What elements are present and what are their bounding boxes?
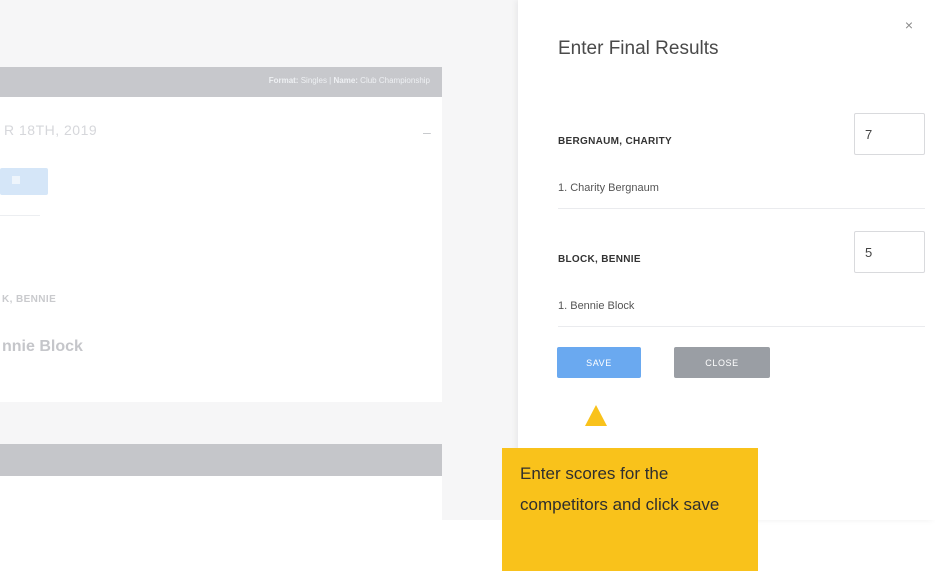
row-divider xyxy=(558,208,925,209)
background-competitor-member: nnie Block xyxy=(2,338,83,355)
background-divider xyxy=(0,215,40,216)
format-label: Format: xyxy=(268,76,299,85)
tooltip-arrow-icon xyxy=(585,405,607,426)
background-competitor-name: K, BENNIE xyxy=(2,294,57,305)
score-input[interactable] xyxy=(854,113,925,155)
background-collapse-dash: – xyxy=(423,124,431,140)
row-divider xyxy=(558,326,925,327)
name-label: Name: xyxy=(333,76,358,85)
background-format-info: Format: Singles | Name: Club Championshi… xyxy=(268,76,430,85)
competitor-member: 1. Charity Bergnaum xyxy=(558,182,659,194)
save-button[interactable]: SAVE xyxy=(557,347,641,378)
competitor-name: BERGNAUM, CHARITY xyxy=(558,136,672,147)
panel-title: Enter Final Results xyxy=(558,38,719,59)
background-section-bar xyxy=(0,444,442,476)
background-card: Format: Singles | Name: Club Championshi… xyxy=(0,0,442,520)
score-input[interactable] xyxy=(854,231,925,273)
background-section-content xyxy=(0,476,442,520)
instruction-tooltip: Enter scores for the competitors and cli… xyxy=(502,448,758,571)
competitor-member: 1. Bennie Block xyxy=(558,300,635,312)
competitor-row: BLOCK, BENNIE 1. Bennie Block xyxy=(558,213,925,333)
final-results-panel: Enter Final Results × BERGNAUM, CHARITY … xyxy=(518,0,935,520)
background-date: R 18TH, 2019 xyxy=(4,122,98,138)
background-button-icon xyxy=(12,176,20,184)
format-value: Singles xyxy=(300,76,327,85)
background-content xyxy=(0,97,442,402)
close-icon[interactable]: × xyxy=(905,18,913,32)
competitor-name: BLOCK, BENNIE xyxy=(558,254,641,265)
competitor-row: BERGNAUM, CHARITY 1. Charity Bergnaum xyxy=(558,95,925,215)
background-button xyxy=(0,168,48,195)
close-button[interactable]: CLOSE xyxy=(674,347,770,378)
name-value: Club Championship xyxy=(360,76,430,85)
